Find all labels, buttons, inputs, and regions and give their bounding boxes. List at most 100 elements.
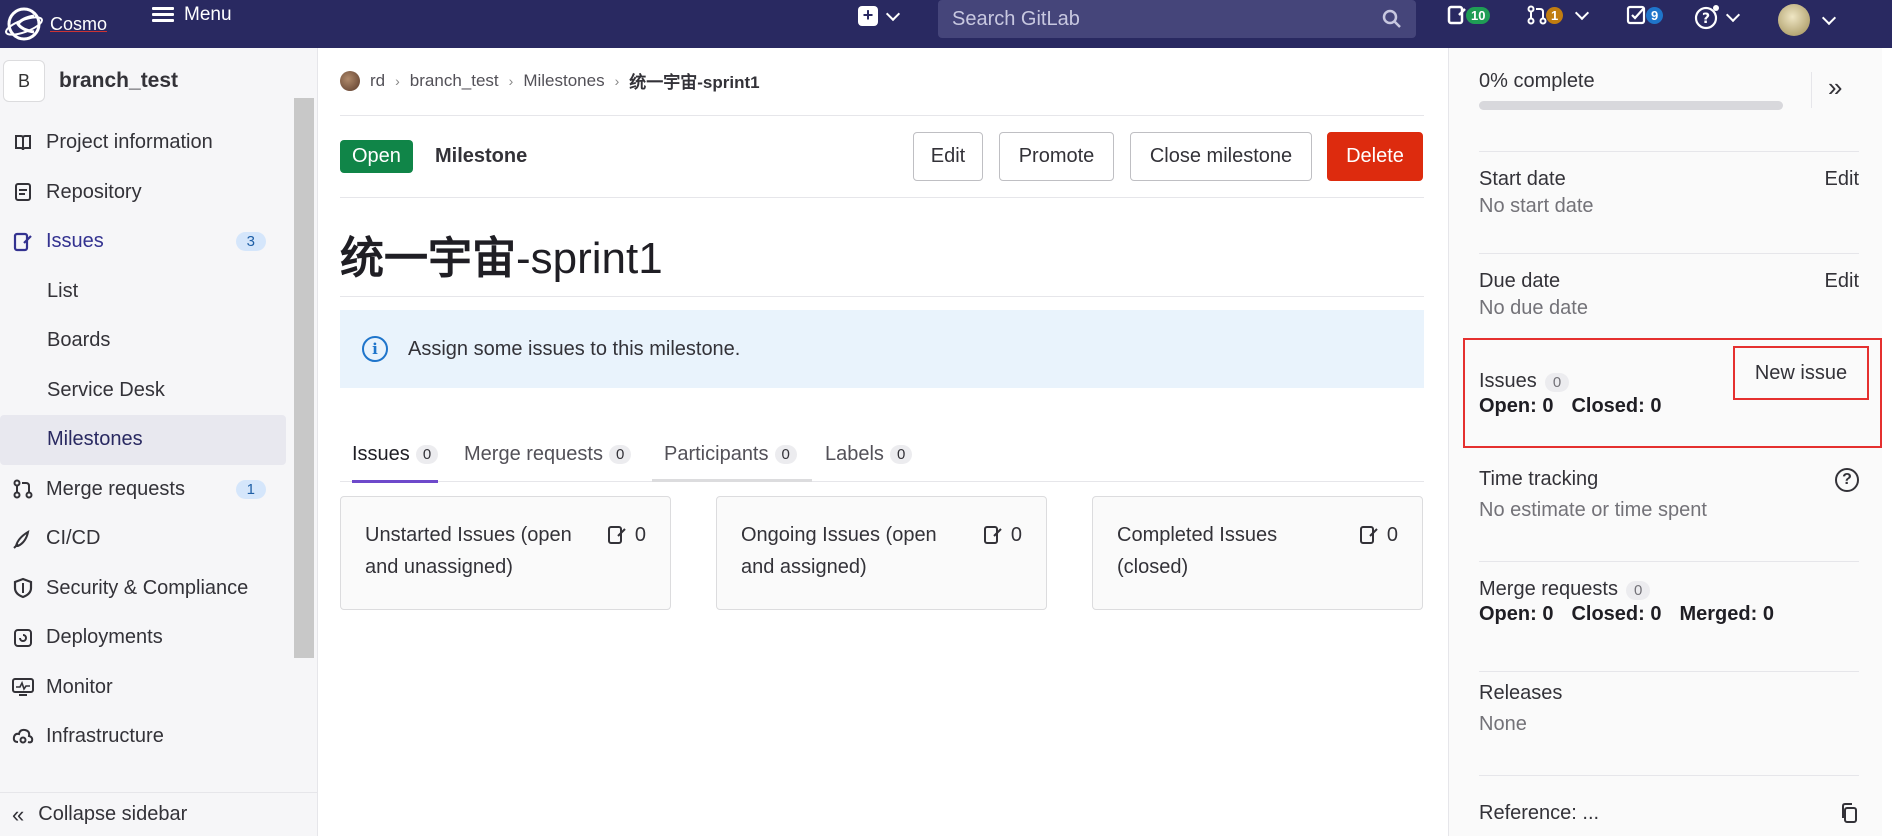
- sidebar-item-merge-requests[interactable]: Merge requests 1: [0, 465, 290, 515]
- tab-merge-requests[interactable]: Merge requests 0: [464, 426, 632, 482]
- sidebar-item-milestones[interactable]: Milestones: [0, 415, 286, 465]
- tab-issues[interactable]: Issues 0: [352, 426, 439, 483]
- card-title: Unstarted Issues (open and unassigned): [365, 524, 572, 578]
- reference-text: Reference: ...: [1479, 802, 1600, 824]
- search-placeholder: Search GitLab: [952, 7, 1080, 30]
- sidebar-item-issues[interactable]: Issues 3: [0, 217, 290, 267]
- new-issue-link[interactable]: New issue: [1733, 346, 1869, 400]
- help-icon[interactable]: ?: [1835, 468, 1859, 492]
- sidebar-item-service-desk[interactable]: Service Desk: [0, 366, 290, 416]
- project-header[interactable]: B branch_test: [0, 56, 178, 106]
- chevron-right-icon: ›: [508, 72, 514, 89]
- card-count-value: 0: [1386, 524, 1398, 546]
- sidebar-item-boards[interactable]: Boards: [0, 316, 290, 366]
- tab-participants[interactable]: Participants 0: [664, 426, 797, 482]
- new-dropdown-button[interactable]: +: [858, 6, 901, 26]
- chevron-right-icon: ›: [614, 72, 620, 89]
- top-bar: Cosmo Menu + Search GitLab 10 1 9 ?: [0, 0, 1892, 48]
- sidebar-item-infrastructure[interactable]: Infrastructure: [0, 712, 290, 762]
- time-tracking-value: No estimate or time spent: [1479, 499, 1707, 521]
- sidebar-item-deployments[interactable]: Deployments: [0, 613, 290, 663]
- breadcrumb-item-project[interactable]: branch_test: [410, 71, 499, 91]
- user-menu-button[interactable]: [1778, 4, 1837, 36]
- edit-button[interactable]: Edit: [913, 132, 983, 181]
- time-tracking-block: Time tracking No estimate or time spent …: [1479, 468, 1859, 562]
- tab-label: Participants: [664, 442, 769, 465]
- hamburger-icon: [152, 7, 174, 23]
- merge-requests-nav-button[interactable]: 1: [1526, 4, 1590, 26]
- tab-count: 0: [608, 444, 632, 464]
- doc-icon: [12, 181, 34, 203]
- sidebar-item-label: Boards: [47, 329, 111, 352]
- sidebar-item-monitor[interactable]: Monitor: [0, 663, 290, 713]
- chevron-right-icon: ›: [395, 72, 400, 89]
- sidebar-item-label: Deployments: [46, 626, 163, 649]
- delete-button[interactable]: Delete: [1327, 132, 1423, 181]
- title-cjk: 统一宇宙: [340, 234, 516, 283]
- sidebar-item-security-compliance[interactable]: Security & Compliance: [0, 564, 290, 614]
- sidebar-nav: Project information Repository Issues 3 …: [0, 118, 290, 762]
- mr-count: 0: [1625, 581, 1651, 600]
- copy-icon[interactable]: [1839, 802, 1859, 830]
- sidebar-item-label: List: [47, 279, 79, 302]
- issues-count-badge: 3: [235, 232, 266, 252]
- issues-icon: [1447, 5, 1466, 25]
- close-milestone-button[interactable]: Close milestone: [1130, 132, 1312, 181]
- book-icon: [12, 132, 34, 154]
- issues-open: Open: 0: [1479, 395, 1554, 417]
- monitor-icon: [12, 676, 34, 698]
- tab-labels[interactable]: Labels 0: [825, 426, 913, 482]
- todos-counter: 9: [1646, 6, 1664, 24]
- card-count: 0: [983, 519, 1022, 551]
- group-avatar[interactable]: [340, 70, 360, 91]
- due-date-title: Due date: [1479, 270, 1561, 292]
- mr-title-row: Merge requests 0: [1479, 578, 1859, 601]
- menu-button[interactable]: Menu: [152, 4, 232, 26]
- start-date-title: Start date: [1479, 168, 1566, 190]
- chevron-down-icon: [885, 6, 901, 21]
- main-content: rd › branch_test › Milestones › 统一宇宙-spr…: [340, 48, 1424, 836]
- help-button[interactable]: ?: [1694, 4, 1741, 30]
- merge-requests-count-badge: 1: [235, 479, 266, 499]
- issues-closed: Closed: 0: [1571, 395, 1662, 417]
- collapse-sidebar-button[interactable]: « Collapse sidebar: [0, 792, 318, 836]
- user-avatar: [1778, 4, 1810, 36]
- chevron-down-icon: [1575, 5, 1590, 20]
- sidebar-item-label: Repository: [46, 180, 142, 203]
- issues-nav-button[interactable]: 10: [1446, 4, 1491, 26]
- cloud-icon: [12, 726, 34, 748]
- breadcrumb-item-current[interactable]: 统一宇宙-sprint1: [629, 68, 759, 93]
- search-input[interactable]: Search GitLab: [938, 0, 1416, 38]
- start-date-edit-link[interactable]: Edit: [1825, 168, 1859, 191]
- breadcrumb-item-milestones[interactable]: Milestones: [523, 71, 604, 91]
- merge-requests-counter: 1: [1546, 6, 1564, 24]
- completed-issues-card: Completed Issues (closed) 0: [1092, 496, 1423, 610]
- help-icon: ?: [1694, 5, 1719, 30]
- due-date-value: No due date: [1479, 297, 1588, 319]
- time-tracking-title: Time tracking: [1479, 468, 1599, 490]
- breadcrumb-item-group[interactable]: rd: [370, 71, 385, 91]
- sidebar-item-ci-cd[interactable]: CI/CD: [0, 514, 290, 564]
- sidebar-item-list[interactable]: List: [0, 267, 290, 317]
- chevron-down-icon: [1725, 7, 1741, 22]
- issues-icon: [983, 526, 1002, 544]
- merge-requests-block: Merge requests 0 Open: 0 Closed: 0 Merged: …: [1479, 578, 1859, 672]
- double-chevron-left-icon: «: [12, 801, 25, 827]
- due-date-edit-link[interactable]: Edit: [1825, 270, 1859, 293]
- card-count: 0: [607, 519, 646, 551]
- sidebar-item-project-information[interactable]: Project information: [0, 118, 290, 168]
- mr-open: Open: 0: [1479, 603, 1554, 625]
- issues-counter: 10: [1466, 6, 1491, 24]
- status-badge: Open: [340, 140, 413, 173]
- tab-label: Merge requests: [464, 442, 603, 465]
- brand-logo[interactable]: Cosmo: [4, 0, 107, 48]
- merge-request-icon: [1527, 5, 1547, 25]
- divider: [340, 296, 1424, 297]
- sidebar-item-repository[interactable]: Repository: [0, 168, 290, 218]
- todos-nav-button[interactable]: 9: [1626, 4, 1664, 26]
- rocket-icon: [12, 528, 34, 550]
- info-alert: i Assign some issues to this milestone.: [340, 310, 1424, 388]
- collapse-right-sidebar-button[interactable]: »: [1811, 72, 1842, 108]
- sidebar-scrollbar[interactable]: [294, 98, 314, 658]
- promote-button[interactable]: Promote: [999, 132, 1114, 181]
